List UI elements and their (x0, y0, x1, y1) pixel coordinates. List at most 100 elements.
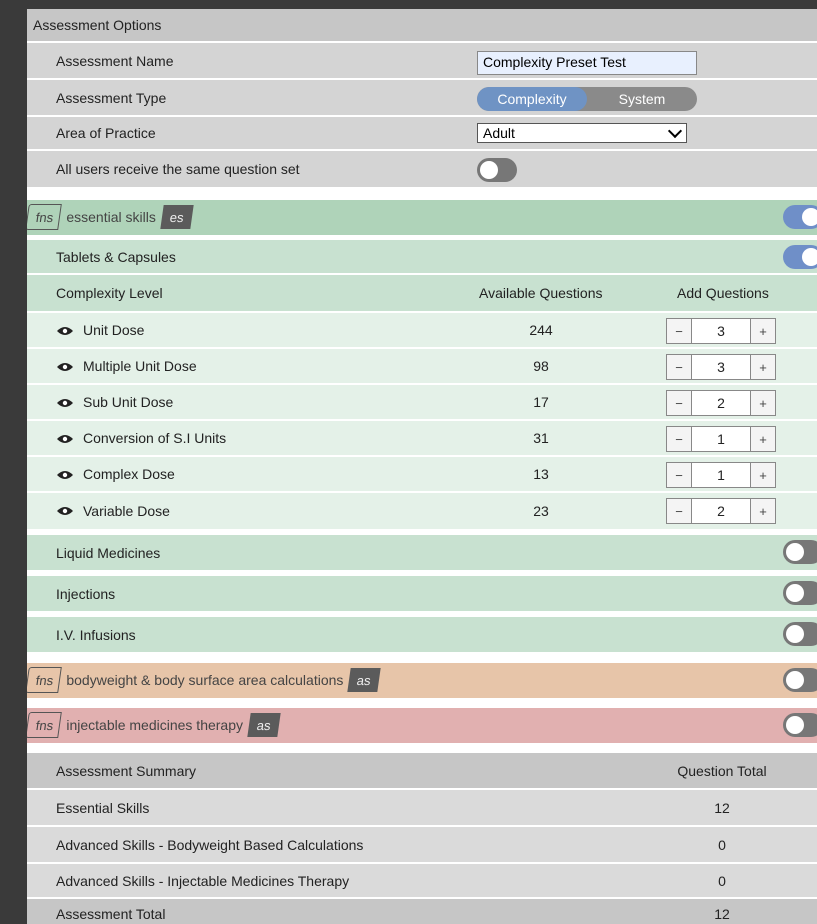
category-label: Injections (56, 585, 116, 602)
assessment-name-row: Assessment Name (27, 43, 817, 80)
plus-icon[interactable]: + (750, 354, 776, 380)
quantity-stepper: − 3 + (666, 318, 776, 344)
summary-label: Essential Skills (56, 799, 150, 816)
col-question-total: Question Total (677, 762, 767, 779)
liquid-medicines-toggle[interactable] (783, 540, 817, 564)
stepper-value[interactable]: 1 (692, 462, 750, 488)
essential-skills-toggle[interactable] (783, 205, 817, 229)
summary-total: 0 (718, 836, 726, 853)
stepper-value[interactable]: 3 (692, 318, 750, 344)
table-row: Complex Dose 13 − 1 + (27, 457, 817, 493)
assessment-type-row: Assessment Type (27, 80, 817, 117)
injectable-title: injectable medicines therapy (66, 717, 243, 733)
tablets-capsules-row: Tablets & Capsules (27, 240, 817, 275)
row-label: Complex Dose (83, 466, 175, 482)
minus-icon[interactable]: − (666, 318, 692, 344)
table-row: Sub Unit Dose 17 − 2 + (27, 385, 817, 421)
assessment-name-input[interactable]: Complexity Preset Test (477, 51, 697, 75)
summary-header: Assessment Summary Question Total (27, 753, 817, 790)
minus-icon[interactable]: − (666, 354, 692, 380)
quantity-stepper: − 1 + (666, 462, 776, 488)
minus-icon[interactable]: − (666, 390, 692, 416)
assessment-type-switch: Complexity System (477, 87, 697, 111)
bodyweight-tag: fns bodyweight & body surface area calcu… (27, 667, 381, 693)
quantity-stepper: − 2 + (666, 390, 776, 416)
plus-icon[interactable]: + (750, 498, 776, 524)
bodyweight-section-header: fns bodyweight & body surface area calcu… (27, 663, 817, 698)
injectable-section-header: fns injectable medicines therapy as (27, 708, 817, 743)
quantity-stepper: − 2 + (666, 498, 776, 524)
col-available-questions: Available Questions (479, 285, 603, 301)
summary-row: Essential Skills 12 (27, 790, 817, 827)
same-question-set-row: All users receive the same question set (27, 151, 817, 187)
row-label: Variable Dose (83, 503, 170, 519)
type-option-system[interactable]: System (587, 87, 697, 111)
essential-skills-title: essential skills (66, 209, 156, 225)
summary-total: 0 (718, 872, 726, 889)
bodyweight-toggle[interactable] (783, 668, 817, 692)
summary-row: Advanced Skills - Bodyweight Based Calcu… (27, 827, 817, 864)
table-row: Unit Dose 244 − 3 + (27, 313, 817, 349)
stepper-value[interactable]: 3 (692, 354, 750, 380)
same-question-set-label: All users receive the same question set (56, 161, 300, 177)
summary-label: Assessment Total (56, 906, 166, 922)
area-of-practice-value: Adult (483, 125, 515, 141)
row-available: 17 (533, 394, 549, 410)
row-available: 23 (533, 503, 549, 519)
complexity-table-header: Complexity Level Available Questions Add… (27, 275, 817, 313)
minus-icon[interactable]: − (666, 498, 692, 524)
minus-icon[interactable]: − (666, 462, 692, 488)
table-row: Multiple Unit Dose 98 − 3 + (27, 349, 817, 385)
assessment-name-label: Assessment Name (56, 52, 174, 69)
row-label: Unit Dose (83, 322, 145, 338)
area-of-practice-row: Area of Practice (27, 117, 817, 151)
tablets-capsules-label: Tablets & Capsules (56, 248, 176, 265)
category-injections: Injections (27, 576, 817, 611)
options-header-title: Assessment Options (33, 17, 162, 33)
injectable-tag: fns injectable medicines therapy as (27, 712, 281, 738)
area-of-practice-label: Area of Practice (56, 125, 156, 141)
plus-icon[interactable]: + (750, 462, 776, 488)
row-label: Multiple Unit Dose (83, 358, 197, 374)
tablets-capsules-toggle[interactable] (783, 245, 817, 269)
assessment-panel: Assessment Options Assessment Name Compl… (27, 9, 817, 924)
plus-icon[interactable]: + (750, 426, 776, 452)
quantity-stepper: − 3 + (666, 354, 776, 380)
row-available: 31 (533, 430, 549, 446)
eye-icon[interactable] (57, 434, 73, 444)
type-option-complexity[interactable]: Complexity (477, 87, 587, 111)
injectable-toggle[interactable] (783, 713, 817, 737)
eye-icon[interactable] (57, 506, 73, 516)
quantity-stepper: − 1 + (666, 426, 776, 452)
eye-icon[interactable] (57, 362, 73, 372)
plus-icon[interactable]: + (750, 390, 776, 416)
essential-skills-badge: es (160, 205, 194, 229)
summary-label: Advanced Skills - Injectable Medicines T… (56, 872, 350, 889)
stepper-value[interactable]: 2 (692, 390, 750, 416)
summary-label: Advanced Skills - Bodyweight Based Calcu… (56, 836, 364, 853)
same-question-set-toggle[interactable] (477, 158, 517, 182)
chevron-down-icon (667, 123, 683, 139)
row-available: 98 (533, 358, 549, 374)
col-add-questions: Add Questions (677, 285, 769, 301)
fns-logo: fns (27, 712, 63, 738)
eye-icon[interactable] (57, 398, 73, 408)
area-of-practice-select[interactable]: Adult (477, 123, 687, 143)
category-iv-infusions: I.V. Infusions (27, 617, 817, 652)
stepper-value[interactable]: 2 (692, 498, 750, 524)
injections-toggle[interactable] (783, 581, 817, 605)
table-row: Variable Dose 23 − 2 + (27, 493, 817, 529)
row-available: 244 (529, 322, 553, 338)
minus-icon[interactable]: − (666, 426, 692, 452)
iv-infusions-toggle[interactable] (783, 622, 817, 646)
bodyweight-title: bodyweight & body surface area calculati… (66, 672, 344, 688)
table-row: Conversion of S.I Units 31 − 1 + (27, 421, 817, 457)
eye-icon[interactable] (57, 326, 73, 336)
plus-icon[interactable]: + (750, 318, 776, 344)
summary-total-row: Assessment Total 12 (27, 899, 817, 924)
eye-icon[interactable] (57, 470, 73, 480)
essential-skills-header: fns essential skills es (27, 200, 817, 235)
fns-logo: fns (27, 667, 63, 693)
stepper-value[interactable]: 1 (692, 426, 750, 452)
category-label: I.V. Infusions (56, 626, 136, 643)
